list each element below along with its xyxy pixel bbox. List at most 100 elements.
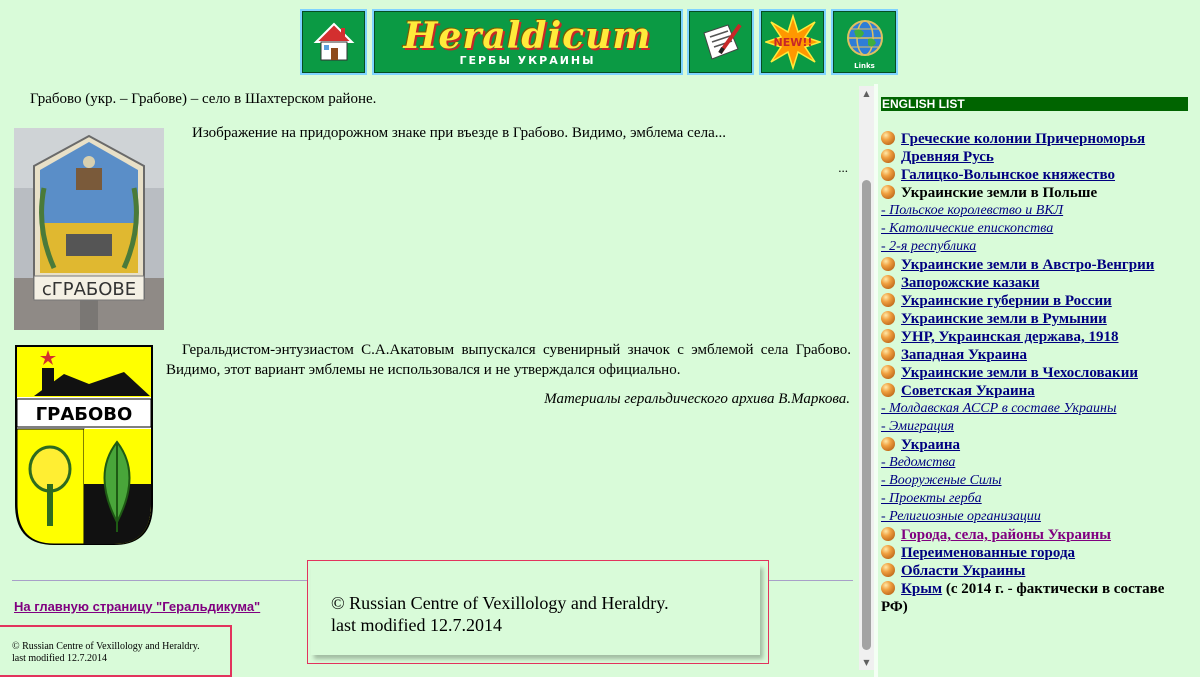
- photo-caption: Изображение на придорожном знаке при въе…: [192, 125, 726, 141]
- scroll-down-arrow-icon[interactable]: ▼: [859, 655, 874, 670]
- sidebar-item-label[interactable]: - Проекты герба: [881, 491, 982, 506]
- bullet-icon: [881, 329, 895, 343]
- sidebar-item-label[interactable]: Советская Украина: [901, 383, 1035, 399]
- sidebar-item-21[interactable]: - Религиозные организации: [881, 508, 1191, 526]
- sidebar-item-label[interactable]: Украинские земли в Чехословакии: [901, 365, 1138, 381]
- bullet-icon: [881, 185, 895, 199]
- sidebar-item-label[interactable]: - Эмиграция: [881, 419, 954, 434]
- sidebar-item-label[interactable]: - Ведомства: [881, 455, 955, 470]
- sidebar-item-23[interactable]: Переименованные города: [881, 544, 1191, 562]
- bullet-icon: [881, 311, 895, 325]
- sidebar-item-label[interactable]: - Католические епископства: [881, 221, 1053, 236]
- sidebar-item-label[interactable]: Города, села, районы Украины: [901, 527, 1111, 543]
- bullet-icon: [881, 383, 895, 397]
- crimea-link[interactable]: Крым: [901, 581, 942, 597]
- scroll-up-arrow-icon[interactable]: ▲: [859, 86, 874, 101]
- sidebar-item-label[interactable]: Переименованные города: [901, 545, 1075, 561]
- links-button[interactable]: Links: [831, 9, 898, 75]
- sidebar-item-8[interactable]: Запорожские казаки: [881, 274, 1191, 292]
- links-label: Links: [854, 62, 875, 70]
- sidebar-item-label[interactable]: - Вооруженые Силы: [881, 473, 1002, 488]
- bullet-icon: [881, 581, 895, 595]
- sidebar-item-14[interactable]: Советская Украина: [881, 382, 1191, 400]
- sidebar-item-12[interactable]: Западная Украина: [881, 346, 1191, 364]
- sidebar-item-11[interactable]: УНР, Украинская держава, 1918: [881, 328, 1191, 346]
- bullet-icon: [881, 527, 895, 541]
- sidebar-item-2[interactable]: Галицко-Волынское княжество: [881, 166, 1191, 184]
- heraldicum-logo-button[interactable]: Heraldicum ГЕРБЫ УКРАИНЫ: [372, 9, 683, 75]
- main-page-link[interactable]: На главную страницу "Геральдикума": [14, 599, 260, 614]
- sidebar-item-7[interactable]: Украинские земли в Австро-Венгрии: [881, 256, 1191, 274]
- sidebar: ENGLISH LIST Греческие колонии Причерном…: [878, 86, 1200, 677]
- ellipsis-text: ...: [838, 160, 848, 175]
- emblem-caption: Геральдистом-энтузиастом С.А.Акатовым вы…: [166, 342, 851, 378]
- bullet-icon: [881, 563, 895, 577]
- sidebar-item-label[interactable]: УНР, Украинская держава, 1918: [901, 329, 1119, 345]
- sidebar-item-5[interactable]: - Католические епископства: [881, 220, 1191, 238]
- main-content: Грабово (укр. – Грабове) – село в Шахтер…: [0, 84, 860, 677]
- sidebar-item-label: Украинские земли в Польше: [901, 185, 1098, 201]
- logo-title: Heraldicum: [403, 15, 652, 57]
- sidebar-item-13[interactable]: Украинские земли в Чехословакии: [881, 364, 1191, 382]
- source-note: Материалы геральдического архива В.Марко…: [544, 391, 850, 407]
- english-list-link[interactable]: ENGLISH LIST: [881, 97, 1188, 111]
- sidebar-item-label[interactable]: Украинские земли в Румынии: [901, 311, 1107, 327]
- sidebar-item-label[interactable]: Греческие колонии Причерноморья: [901, 131, 1145, 147]
- sidebar-menu: Греческие колонии Причерноморья Древняя Р…: [881, 130, 1191, 616]
- sidebar-item-16[interactable]: - Эмиграция: [881, 418, 1191, 436]
- sidebar-item-label[interactable]: - Религиозные организации: [881, 509, 1041, 524]
- modified-text-small: last modified 12.7.2014: [12, 653, 107, 664]
- sidebar-item-10[interactable]: Украинские земли в Румынии: [881, 310, 1191, 328]
- sidebar-item-label[interactable]: - Молдавская АССР в составе Украины: [881, 401, 1116, 416]
- sidebar-item-label[interactable]: Украина: [901, 437, 960, 453]
- scrollbar-thumb[interactable]: [862, 180, 871, 650]
- sidebar-item-4[interactable]: - Польское королевство и ВКЛ: [881, 202, 1191, 220]
- copyright-box-small: © Russian Centre of Vexillology and Hera…: [0, 625, 232, 677]
- sidebar-item-18[interactable]: - Ведомства: [881, 454, 1191, 472]
- guestbook-icon: [702, 23, 742, 60]
- roadside-sign-photo: сГРАБОВЕ: [14, 128, 164, 330]
- bullet-icon: [881, 365, 895, 379]
- sidebar-item-label[interactable]: Украинские земли в Австро-Венгрии: [901, 257, 1154, 273]
- logo-subtitle: ГЕРБЫ УКРАИНЫ: [459, 54, 596, 67]
- sidebar-item-label[interactable]: - Польское королевство и ВКЛ: [881, 203, 1063, 218]
- new-icon: NEW!!: [764, 14, 821, 70]
- sidebar-item-label[interactable]: Области Украины: [901, 563, 1025, 579]
- sidebar-item-3: Украинские земли в Польше: [881, 184, 1191, 202]
- bullet-icon: [881, 293, 895, 307]
- bullet-icon: [881, 275, 895, 289]
- globe-icon: [846, 20, 883, 57]
- sidebar-item-6[interactable]: - 2-я республика: [881, 238, 1191, 256]
- sidebar-item-label[interactable]: - 2-я республика: [881, 239, 976, 254]
- sidebar-item-crimea[interactable]: Крым (с 2014 г. - фактически в составе Р…: [881, 580, 1191, 616]
- sidebar-item-19[interactable]: - Вооруженые Силы: [881, 472, 1191, 490]
- village-emblem: ГРАБОВО: [14, 344, 154, 547]
- new-button[interactable]: NEW!!: [759, 9, 826, 75]
- sidebar-item-20[interactable]: - Проекты герба: [881, 490, 1191, 508]
- home-icon: [313, 22, 354, 61]
- bullet-icon: [881, 131, 895, 145]
- sidebar-item-label[interactable]: Галицко-Волынское княжество: [901, 167, 1115, 183]
- sidebar-item-22[interactable]: Города, села, районы Украины: [881, 526, 1191, 544]
- sidebar-item-label[interactable]: Западная Украина: [901, 347, 1027, 363]
- sign-text: сГРАБОВЕ: [42, 279, 136, 300]
- sidebar-item-label[interactable]: Древняя Русь: [901, 149, 994, 165]
- bullet-icon: [881, 347, 895, 361]
- copyright-box-large-inner: © Russian Centre of Vexillology and Hera…: [311, 564, 760, 655]
- modified-text-large: last modified 12.7.2014: [331, 615, 502, 635]
- sidebar-item-1[interactable]: Древняя Русь: [881, 148, 1191, 166]
- sidebar-item-label[interactable]: Украинские губернии в России: [901, 293, 1112, 309]
- emblem-label: ГРАБОВО: [36, 404, 133, 425]
- guestbook-button[interactable]: [687, 9, 754, 75]
- bullet-icon: [881, 437, 895, 451]
- sidebar-item-label[interactable]: Запорожские казаки: [901, 275, 1040, 291]
- bullet-icon: [881, 167, 895, 181]
- home-button[interactable]: [300, 9, 367, 75]
- content-scrollbar[interactable]: ▲ ▼: [859, 86, 874, 670]
- sidebar-item-24[interactable]: Области Украины: [881, 562, 1191, 580]
- sidebar-item-15[interactable]: - Молдавская АССР в составе Украины: [881, 400, 1191, 418]
- sidebar-item-17[interactable]: Украина: [881, 436, 1191, 454]
- copyright-box-large: © Russian Centre of Vexillology and Hera…: [307, 560, 769, 664]
- sidebar-item-9[interactable]: Украинские губернии в России: [881, 292, 1191, 310]
- sidebar-item-0[interactable]: Греческие колонии Причерноморья: [881, 130, 1191, 148]
